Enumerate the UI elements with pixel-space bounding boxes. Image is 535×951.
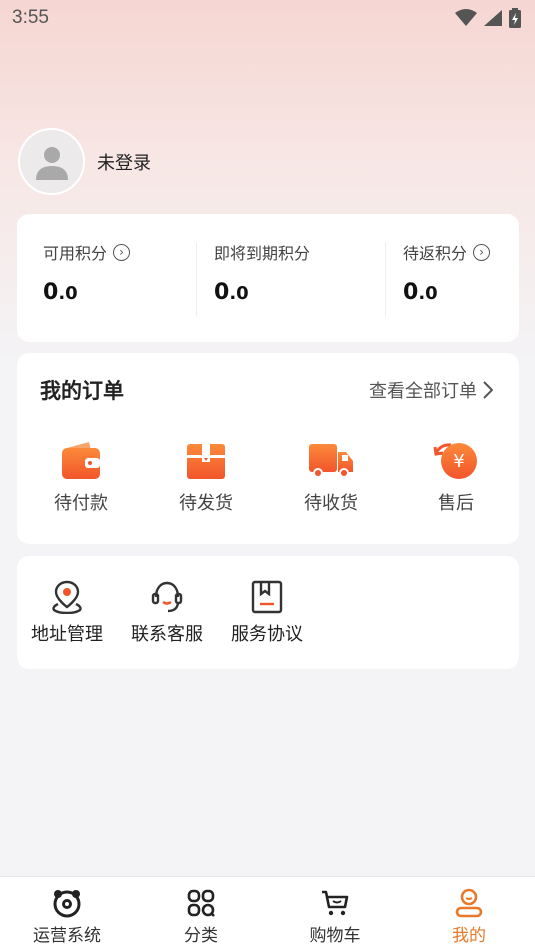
cart-icon — [322, 890, 349, 916]
headset-icon — [151, 581, 183, 613]
grid-icon — [187, 889, 215, 917]
order-label: 待收货 — [304, 493, 358, 514]
tool-label: 地址管理 — [31, 624, 103, 645]
wallet-icon — [62, 442, 100, 479]
orders-card: 我的订单 查看全部订单 待付款 待发货 待收货 ¥ 售后 — [17, 353, 519, 544]
document-icon — [251, 580, 283, 614]
default-avatar-icon — [35, 146, 68, 180]
bottom-tab-bar: 运营系统 分类 购物车 我的 — [0, 876, 535, 951]
status-bar: 3:55 — [0, 0, 535, 36]
chevron-right-icon — [483, 381, 493, 399]
points-expiring[interactable]: 即将到期积分 0.0 — [214, 240, 310, 305]
user-icon — [455, 888, 483, 918]
points-pending[interactable]: 待返积分 › 0.0 — [403, 240, 491, 305]
divider — [196, 242, 197, 316]
tool-label: 联系客服 — [131, 624, 203, 645]
points-value: 0.0 — [43, 280, 78, 305]
signal-icon — [484, 10, 502, 26]
chevron-right-circle-icon[interactable]: › — [473, 243, 491, 261]
yuan-refund-icon: ¥ — [433, 443, 477, 479]
tab-mine[interactable]: 我的 — [414, 887, 524, 946]
orders-title: 我的订单 — [40, 379, 124, 403]
tab-label: 运营系统 — [33, 926, 101, 946]
tool-customer-service[interactable]: 联系客服 — [117, 578, 217, 646]
points-label: 待返积分 — [403, 244, 468, 263]
points-card: 可用积分 › 0.0 即将到期积分 0.0 待返积分 › 0.0 — [17, 214, 519, 342]
location-pin-icon — [52, 580, 82, 614]
points-value: 0.0 — [214, 280, 249, 305]
order-label: 待发货 — [179, 493, 233, 514]
tab-label: 购物车 — [309, 926, 361, 946]
points-label: 可用积分 — [43, 244, 108, 263]
tab-label: 我的 — [452, 926, 486, 946]
view-all-orders-label: 查看全部订单 — [369, 381, 477, 402]
login-status-text[interactable]: 未登录 — [97, 149, 151, 175]
tab-label: 分类 — [184, 926, 218, 946]
profile-header[interactable]: 未登录 — [18, 128, 151, 195]
points-available[interactable]: 可用积分 › 0.0 — [43, 240, 131, 305]
order-label: 售后 — [438, 493, 474, 514]
panda-icon — [53, 890, 81, 918]
order-pending-payment[interactable]: 待付款 — [36, 441, 126, 515]
tab-operations[interactable]: 运营系统 — [12, 887, 122, 946]
order-after-sales[interactable]: ¥ 售后 — [411, 441, 501, 515]
package-icon — [187, 444, 225, 479]
view-all-orders-link[interactable]: 查看全部订单 — [369, 377, 493, 403]
points-value: 0.0 — [403, 280, 438, 305]
tools-card: 地址管理 联系客服 服务协议 — [17, 556, 519, 669]
status-time: 3:55 — [12, 7, 49, 28]
battery-icon — [509, 8, 521, 28]
avatar[interactable] — [18, 128, 85, 195]
order-label: 待付款 — [54, 493, 108, 514]
tab-category[interactable]: 分类 — [146, 887, 256, 946]
points-label: 即将到期积分 — [214, 244, 311, 263]
svg-text:¥: ¥ — [453, 451, 464, 472]
order-pending-receipt[interactable]: 待收货 — [286, 441, 376, 515]
order-pending-shipment[interactable]: 待发货 — [161, 441, 251, 515]
wifi-icon — [455, 9, 477, 26]
tool-service-agreement[interactable]: 服务协议 — [217, 578, 317, 646]
status-icons — [455, 8, 521, 28]
tool-address[interactable]: 地址管理 — [17, 578, 117, 646]
tool-label: 服务协议 — [231, 624, 303, 645]
truck-icon — [309, 444, 353, 478]
tab-cart[interactable]: 购物车 — [280, 887, 390, 946]
divider — [385, 242, 386, 316]
chevron-right-circle-icon[interactable]: › — [113, 243, 131, 261]
